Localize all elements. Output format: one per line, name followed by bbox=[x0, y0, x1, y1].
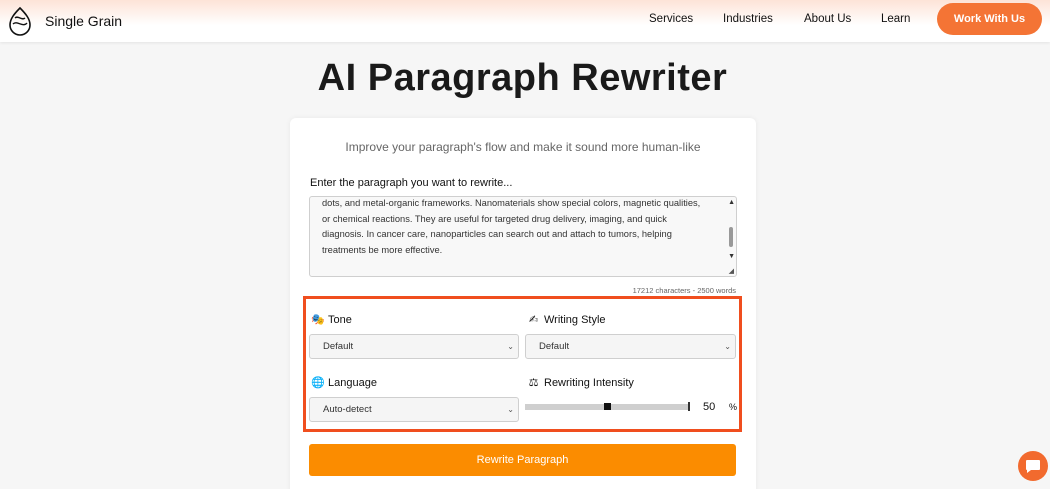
textarea-scrollbar[interactable]: ▲ ▼ bbox=[726, 197, 736, 276]
nav-about-us[interactable]: About Us bbox=[804, 13, 851, 25]
balance-scale-icon: ⚖ bbox=[528, 377, 539, 389]
tone-select-value: Default bbox=[323, 341, 354, 352]
nav-learn[interactable]: Learn bbox=[881, 13, 910, 25]
language-select-value: Auto-detect bbox=[323, 404, 372, 415]
writing-hand-icon: ✍ bbox=[528, 314, 539, 326]
nav-services[interactable]: Services bbox=[649, 13, 693, 25]
globe-icon: 🌐 bbox=[311, 377, 325, 389]
tone-label: 🎭 Tone bbox=[311, 313, 352, 327]
paragraph-line: dots, and metal-organic frameworks. Nano… bbox=[322, 198, 701, 208]
chevron-down-icon: ⌄ bbox=[507, 405, 514, 414]
theater-masks-icon: 🎭 bbox=[311, 314, 325, 326]
paragraph-input-label: Enter the paragraph you want to rewrite.… bbox=[310, 177, 513, 189]
intensity-unit: % bbox=[729, 402, 738, 412]
writing-style-select-value: Default bbox=[539, 341, 570, 352]
page-title: AI Paragraph Rewriter bbox=[317, 57, 728, 99]
rewrite-paragraph-button[interactable]: Rewrite Paragraph bbox=[309, 444, 736, 476]
resize-handle-icon[interactable]: ◢ bbox=[729, 267, 734, 275]
writing-style-select[interactable]: Default ⌄ bbox=[525, 334, 736, 359]
language-label-text: Language bbox=[328, 376, 377, 389]
site-header: Single Grain Services Industries About U… bbox=[0, 0, 1050, 42]
paragraph-textarea[interactable]: dots, and metal-organic frameworks. Nano… bbox=[309, 196, 737, 277]
language-select[interactable]: Auto-detect ⌄ bbox=[309, 397, 519, 422]
chevron-down-icon: ⌄ bbox=[507, 342, 514, 351]
rewriting-intensity-label: ⚖ Rewriting Intensity bbox=[527, 376, 634, 390]
scroll-down-icon[interactable]: ▼ bbox=[728, 253, 735, 260]
paragraph-line: treatments be more effective. bbox=[322, 244, 443, 255]
chevron-down-icon: ⌄ bbox=[724, 342, 731, 351]
language-label: 🌐 Language bbox=[311, 376, 377, 390]
writing-style-label-text: Writing Style bbox=[544, 313, 606, 326]
chat-widget-button[interactable] bbox=[1018, 451, 1048, 481]
intensity-slider-end bbox=[688, 402, 690, 411]
writing-style-label: ✍ Writing Style bbox=[527, 313, 606, 327]
rewriting-intensity-label-text: Rewriting Intensity bbox=[544, 376, 634, 389]
work-with-us-button[interactable]: Work With Us bbox=[937, 3, 1042, 35]
scroll-up-icon[interactable]: ▲ bbox=[728, 199, 735, 206]
character-counter: 17212 characters - 2500 words bbox=[632, 286, 736, 295]
paragraph-line: or chemical reactions. They are useful f… bbox=[322, 213, 667, 224]
single-grain-logo-icon[interactable] bbox=[8, 6, 32, 36]
brand-name[interactable]: Single Grain bbox=[45, 13, 122, 29]
nav-industries[interactable]: Industries bbox=[723, 13, 773, 25]
scroll-thumb[interactable] bbox=[729, 227, 733, 247]
chat-icon bbox=[1026, 460, 1040, 473]
paragraph-text: dots, and metal-organic frameworks. Nano… bbox=[322, 197, 718, 258]
intensity-value: 50 bbox=[703, 401, 716, 413]
paragraph-line: diagnosis. In cancer care, nanoparticles… bbox=[322, 229, 672, 240]
tone-label-text: Tone bbox=[328, 313, 352, 326]
tone-select[interactable]: Default ⌄ bbox=[309, 334, 519, 359]
page-subtitle: Improve your paragraph's flow and make i… bbox=[345, 140, 701, 154]
intensity-slider-thumb[interactable] bbox=[604, 403, 611, 410]
